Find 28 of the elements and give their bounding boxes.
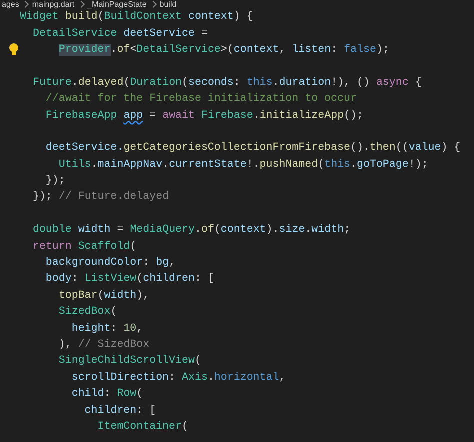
code-line: Utils.mainAppNav.currentState!.pushNamed(this.goToPage!);: [58, 158, 428, 173]
code-line: double width = MediaQuery.of(context).size.width;: [32, 223, 351, 238]
code-line: ), // SizedBox: [58, 338, 150, 353]
code-line: }); // Future.delayed: [32, 190, 170, 206]
code-line: DetailService deetService =: [32, 26, 208, 42]
breadcrumb-item[interactable]: mainpg.dart: [32, 0, 75, 9]
code-line: deetService.getCategoriesCollectionFromFirebase().then((value) {: [44, 141, 461, 156]
code-line: body: ListView(children: [: [44, 272, 214, 288]
code-line: return Scaffold(: [32, 240, 137, 255]
breadcrumb-item[interactable]: ages: [2, 0, 20, 9]
code-line: height: 10,: [70, 322, 144, 337]
code-line: SingleChildScrollView(: [58, 354, 202, 370]
code-line: Provider.of<DetailService>(context, listen: false);: [58, 42, 390, 58]
code-line: child: Row(: [70, 387, 144, 402]
code-line: Future.delayed(Duration(seconds: this.duration!), () async {: [32, 76, 422, 91]
code-line: });: [44, 174, 66, 190]
code-line: scrollDirection: Axis.horizontal,: [70, 370, 286, 386]
code-line: SizedBox(: [58, 305, 118, 320]
code-line: ItemContainer(: [96, 420, 188, 435]
code-line: children: [: [84, 404, 156, 419]
lightbulb-icon[interactable]: [9, 42, 19, 57]
code-line: topBar(width),: [58, 288, 150, 304]
code-line: FirebaseApp app = await Firebase.initializeApp();: [44, 108, 364, 124]
code-line: //await for the Firebase initialization to occur: [44, 92, 357, 108]
breadcrumb-item[interactable]: build: [160, 0, 177, 9]
code-line: backgroundColor: bg,: [44, 256, 176, 272]
breadcrumb-item[interactable]: _MainPageState: [88, 0, 147, 9]
code-line: Widget build(BuildContext context) {: [20, 10, 254, 26]
